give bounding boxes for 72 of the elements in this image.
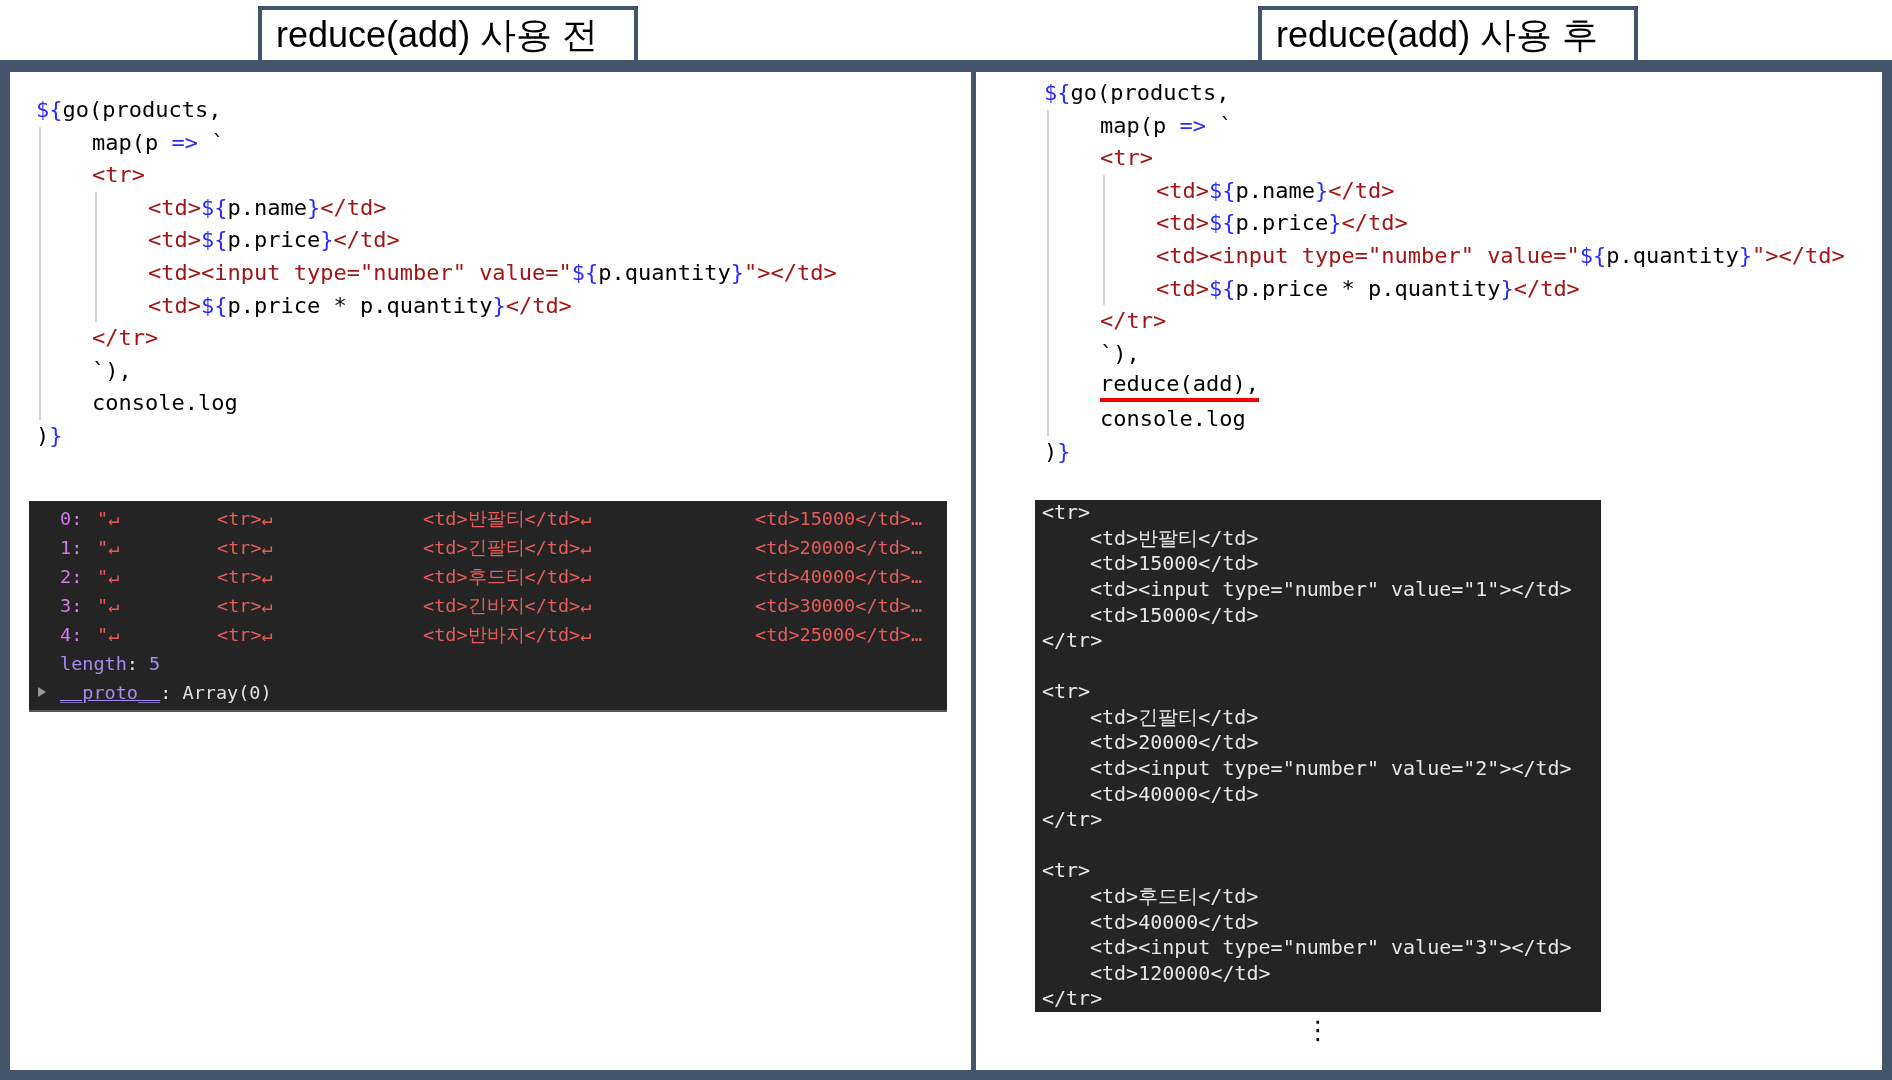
- console-line: <td>긴팔티</td>: [1090, 704, 1259, 731]
- array-index: 4:: [60, 623, 84, 645]
- console-text: "↵: [97, 594, 121, 616]
- console-text: <td>40000</td>…: [755, 565, 923, 587]
- console-text: "↵: [97, 507, 121, 529]
- console-text: length: 5: [60, 652, 161, 674]
- code-line: </tr>: [1100, 307, 1167, 336]
- code-line: <td>${p.price * p.quantity}</td>: [1156, 274, 1580, 303]
- console-text: "↵: [97, 536, 121, 558]
- console-text: <tr>↵: [217, 623, 274, 645]
- panel-title: reduce(add) 사용 후: [1258, 6, 1638, 60]
- console-line: <td>40000</td>: [1090, 909, 1259, 936]
- console-text: "↵: [97, 565, 121, 587]
- code-line: map(p => `: [1100, 111, 1233, 140]
- code-line: console.log: [92, 389, 238, 418]
- console-line: <td><input type="number" value="2"></td>: [1090, 756, 1572, 782]
- code-line: console.log: [1100, 404, 1246, 433]
- console-text: <td>후드티</td>↵: [423, 564, 593, 589]
- code-line: ${go(products,: [1044, 79, 1230, 107]
- console-text: <tr>↵: [217, 536, 274, 558]
- console-line: </tr>: [1042, 628, 1103, 654]
- code-line: <td>${p.price}</td>: [1156, 209, 1408, 238]
- console-text: <td>긴바지</td>↵: [423, 593, 593, 618]
- console-line: <td>후드티</td>: [1090, 884, 1259, 910]
- code-line: ${go(products,: [36, 96, 222, 124]
- code-line: <td>${p.name}</td>: [1156, 176, 1395, 205]
- ellipsis: ⋮: [1305, 1014, 1331, 1047]
- code-line: )}: [1044, 437, 1071, 466]
- console-text: "↵: [97, 623, 121, 645]
- expand-icon[interactable]: [38, 686, 46, 697]
- console-line: <td>120000</td>: [1090, 960, 1271, 987]
- console-text: <td>25000</td>…: [755, 623, 923, 645]
- code-line: </tr>: [92, 324, 159, 353]
- code-line: <tr>: [92, 161, 145, 190]
- array-index: 0:: [60, 507, 84, 529]
- console-text: <td>20000</td>…: [755, 536, 923, 558]
- console-line: <td>20000</td>: [1090, 730, 1259, 757]
- console-text: <td>15000</td>…: [755, 507, 923, 529]
- code-line: reduce(add),: [1100, 370, 1259, 403]
- console-line: <td><input type="number" value="3"></td>: [1090, 935, 1572, 961]
- code-line: <td>${p.price}</td>: [148, 226, 400, 255]
- code-line: <td><input type="number" value="${p.quantity}"></td>: [1156, 241, 1845, 270]
- console-line: <tr>: [1042, 679, 1091, 705]
- console-line: <tr>: [1042, 858, 1091, 885]
- code-line: <td><input type="number" value="${p.quantity}"></td>: [148, 258, 837, 287]
- code-line: <td>${p.price * p.quantity}</td>: [148, 291, 572, 320]
- code-line: `),: [92, 356, 132, 385]
- code-line: <tr>: [1100, 144, 1153, 173]
- console-line: <td>15000</td>: [1090, 551, 1259, 577]
- array-index: 2:: [60, 565, 84, 587]
- console-text: <td>긴팔티</td>↵: [423, 535, 593, 560]
- console-line: <td>40000</td>: [1090, 781, 1259, 808]
- console-line: <tr>: [1042, 500, 1091, 526]
- code-line: <td>${p.name}</td>: [148, 193, 387, 222]
- console-text: <tr>↵: [217, 565, 274, 587]
- code-line: `),: [1100, 339, 1140, 368]
- console-text: <td>반팔티</td>↵: [423, 506, 593, 531]
- panel-title: reduce(add) 사용 전: [258, 6, 638, 60]
- console-line: </tr>: [1042, 807, 1103, 833]
- console-text: <tr>↵: [217, 594, 274, 616]
- console-line: <td><input type="number" value="1"></td>: [1090, 576, 1572, 603]
- console-text: <td>30000</td>…: [755, 594, 923, 616]
- array-index: 3:: [60, 594, 84, 616]
- console-text: __proto__: Array(0): [60, 681, 272, 703]
- console-text: <tr>↵: [217, 507, 274, 529]
- array-index: 1:: [60, 536, 84, 558]
- code-line: )}: [36, 421, 63, 450]
- code-line: map(p => `: [92, 128, 225, 157]
- console-line: </tr>: [1042, 986, 1103, 1012]
- console-line: <td>반팔티</td>: [1090, 525, 1259, 552]
- console-line: <td>15000</td>: [1090, 602, 1259, 629]
- console-text: <td>반바지</td>↵: [423, 622, 593, 647]
